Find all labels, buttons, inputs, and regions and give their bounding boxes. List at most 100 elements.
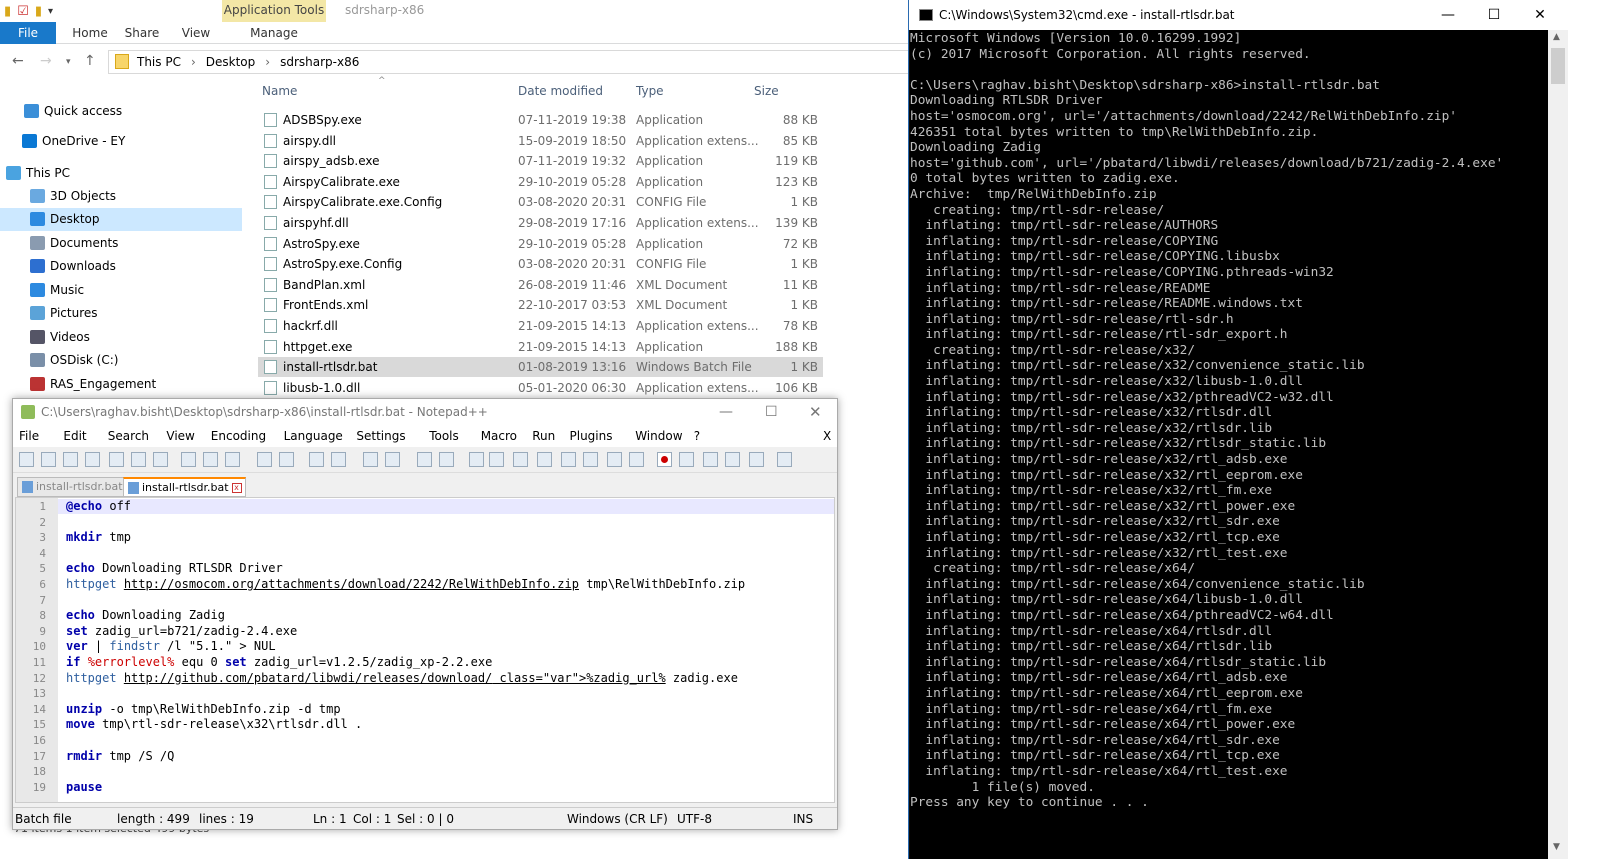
maximize-icon[interactable]: ☐: [765, 399, 778, 425]
play-macro-icon[interactable]: [703, 452, 718, 467]
sidebar-item-ras-engagement-ingurusrfl001-n[interactable]: RAS_Engagement (\\ingurusrfl001) (N: [0, 373, 242, 414]
menu-help[interactable]: ?: [694, 425, 700, 447]
back-arrow-icon[interactable]: ←: [12, 53, 24, 69]
sidebar-item-3d-objects[interactable]: 3D Objects: [0, 185, 242, 208]
file-row[interactable]: AirspyCalibrate.exe 29-10-2019 05:28 Appli…: [258, 172, 823, 192]
close-all-icon[interactable]: [131, 452, 146, 467]
menu-encoding[interactable]: Encoding: [211, 425, 266, 447]
menu-plugins[interactable]: Plugins: [570, 425, 613, 447]
sidebar-item-music[interactable]: Music: [0, 279, 242, 302]
undo-icon[interactable]: [257, 452, 272, 467]
file-row[interactable]: AstroSpy.exe 29-10-2019 05:28 Application 7…: [258, 234, 823, 254]
find-icon[interactable]: [309, 452, 324, 467]
breadcrumb[interactable]: This PC › Desktop › sdrsharp-x86: [108, 50, 920, 74]
breadcrumb-desktop[interactable]: Desktop: [206, 55, 256, 69]
sidebar-item-videos[interactable]: Videos: [0, 326, 242, 349]
file-row[interactable]: AirspyCalibrate.exe.Config 03-08-2020 20:…: [258, 192, 823, 212]
save-all-icon[interactable]: [85, 452, 100, 467]
menu-settings[interactable]: Settings: [356, 425, 405, 447]
record-macro-icon[interactable]: [657, 452, 672, 467]
menu-window[interactable]: Window: [635, 425, 682, 447]
redo-icon[interactable]: [279, 452, 294, 467]
menu-macro[interactable]: Macro: [481, 425, 517, 447]
application-tools-tab[interactable]: Application Tools: [222, 0, 326, 22]
close-icon[interactable]: ✕: [1517, 0, 1563, 30]
close-document-button[interactable]: X: [823, 425, 831, 447]
show-all-chars-icon[interactable]: [489, 452, 504, 467]
replace-icon[interactable]: [331, 452, 346, 467]
save-icon[interactable]: [63, 452, 78, 467]
open-file-icon[interactable]: [41, 452, 56, 467]
file-row[interactable]: airspyhf.dll 29-08-2019 17:16 Application …: [258, 213, 823, 233]
paste-icon[interactable]: [225, 452, 240, 467]
tab-file[interactable]: File: [0, 22, 56, 44]
zoom-in-icon[interactable]: [363, 452, 378, 467]
menu-run[interactable]: Run: [532, 425, 555, 447]
customize-toolbar-icon[interactable]: ▾: [48, 6, 53, 17]
file-row[interactable]: BandPlan.xml 26-08-2019 11:46 XML Document…: [258, 275, 823, 295]
menu-file[interactable]: File: [19, 425, 39, 447]
tab-home[interactable]: Home: [66, 22, 114, 44]
properties-icon[interactable]: ☑: [17, 4, 29, 19]
new-file-icon[interactable]: [19, 452, 34, 467]
tab-document-1[interactable]: install-rtlsdr.bat x: [17, 477, 140, 497]
breadcrumb-this-pc[interactable]: This PC: [137, 55, 181, 69]
file-row[interactable]: ADSBSpy.exe 07-11-2019 19:38 Application 88…: [258, 110, 823, 130]
word-wrap-icon[interactable]: [469, 452, 484, 467]
maximize-icon[interactable]: ☐: [1471, 0, 1517, 30]
print-icon[interactable]: [153, 452, 168, 467]
run-macro-multiple-icon[interactable]: [725, 452, 740, 467]
code-editor[interactable]: 1 2 3 4 5 6 7 8 9 10 11 12 13 14 15 16 17 18 19 @echo off m…: [15, 497, 835, 803]
up-arrow-icon[interactable]: ↑: [84, 53, 96, 69]
scroll-down-icon[interactable]: ▼: [1553, 842, 1560, 852]
file-row[interactable]: airspy_adsb.exe 07-11-2019 19:32 Applicati…: [258, 151, 823, 171]
tab-document-2[interactable]: install-rtlsdr.bat x: [123, 477, 246, 497]
sidebar-item-documents[interactable]: Documents: [0, 232, 242, 255]
sync-vertical-icon[interactable]: [417, 452, 432, 467]
column-date-modified[interactable]: Date modified: [518, 84, 603, 98]
column-size[interactable]: Size: [754, 84, 779, 98]
menu-search[interactable]: Search: [108, 425, 149, 447]
sidebar-item-osdisk-c[interactable]: OSDisk (C:): [0, 349, 242, 372]
minimize-icon[interactable]: —: [719, 399, 733, 425]
sync-horizontal-icon[interactable]: [439, 452, 454, 467]
menu-tools[interactable]: Tools: [429, 425, 459, 447]
sidebar-item-desktop[interactable]: Desktop: [0, 208, 242, 231]
language-icon[interactable]: [537, 452, 552, 467]
tab-manage[interactable]: Manage: [238, 22, 310, 44]
recent-locations-icon[interactable]: ▾: [66, 57, 71, 67]
minimize-icon[interactable]: —: [1425, 0, 1471, 30]
sidebar-item-downloads[interactable]: Downloads: [0, 255, 242, 278]
sidebar-item-pictures[interactable]: Pictures: [0, 302, 242, 325]
scrollbar-thumb[interactable]: [1551, 48, 1565, 84]
console-scrollbar[interactable]: ▲ ▼: [1548, 30, 1568, 859]
file-row[interactable]: libusb-1.0.dll 05-01-2020 06:30 Applicatio…: [258, 378, 823, 398]
doc-map-icon[interactable]: [561, 452, 576, 467]
function-list-icon[interactable]: [583, 452, 598, 467]
copy-icon[interactable]: [203, 452, 218, 467]
menu-edit[interactable]: Edit: [63, 425, 86, 447]
column-name[interactable]: Name: [262, 84, 297, 98]
folder-workspace-icon[interactable]: [607, 452, 622, 467]
scroll-up-icon[interactable]: ▲: [1553, 32, 1560, 42]
file-row[interactable]: hackrf.dll 21-09-2015 14:13 Application ex…: [258, 316, 823, 336]
cut-icon[interactable]: [181, 452, 196, 467]
close-icon[interactable]: [109, 452, 124, 467]
tab-share[interactable]: Share: [118, 22, 166, 44]
sidebar-item-this-pc[interactable]: This PC: [0, 162, 242, 185]
zoom-out-icon[interactable]: [385, 452, 400, 467]
breadcrumb-folder[interactable]: sdrsharp-x86: [280, 55, 359, 69]
sidebar-item-quick-access[interactable]: Quick access: [0, 100, 242, 123]
monitoring-icon[interactable]: [629, 452, 644, 467]
spell-check-icon[interactable]: [777, 452, 792, 467]
indent-guide-icon[interactable]: [513, 452, 528, 467]
forward-arrow-icon[interactable]: →: [40, 53, 52, 69]
file-row[interactable]: FrontEnds.xml 22-10-2017 03:53 XML Documen…: [258, 295, 823, 315]
file-row[interactable]: AstroSpy.exe.Config 03-08-2020 20:31 CONFI…: [258, 254, 823, 274]
column-type[interactable]: Type: [636, 84, 664, 98]
file-row[interactable]: install-rtlsdr.bat 01-08-2019 13:16 Window…: [258, 357, 823, 378]
menu-language[interactable]: Language: [284, 425, 343, 447]
menu-view[interactable]: View: [166, 425, 194, 447]
console-output[interactable]: Microsoft Windows [Version 10.0.16299.19…: [910, 30, 1548, 859]
file-row[interactable]: airspy.dll 15-09-2019 18:50 Application ex…: [258, 131, 823, 151]
